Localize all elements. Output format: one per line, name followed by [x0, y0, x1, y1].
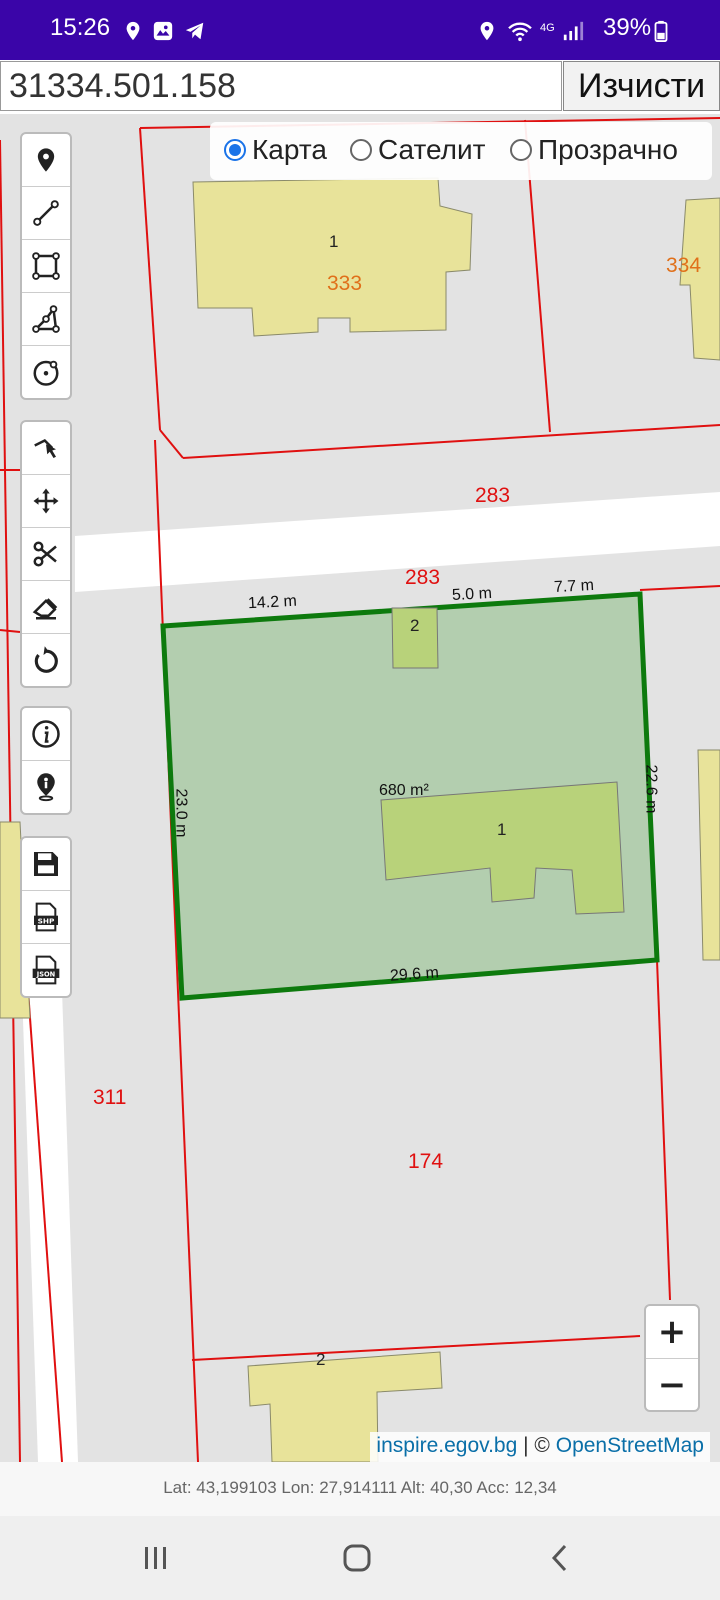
svg-text:SHP: SHP	[38, 916, 55, 925]
building-top-left	[192, 177, 473, 337]
building-right-edge	[697, 749, 720, 961]
attribution-link-inspire[interactable]: inspire.egov.bg	[376, 1434, 517, 1457]
building-label-main: 1	[497, 820, 507, 839]
building-top-right	[679, 197, 720, 361]
road-vertical	[22, 990, 78, 1462]
battery-percent: 39%	[603, 14, 652, 41]
save-button[interactable]	[22, 838, 70, 891]
parcel-label-334: 334	[666, 254, 702, 277]
building-label-small: 2	[410, 616, 420, 635]
toolbar-draw	[20, 132, 72, 400]
move-arrows-icon	[33, 488, 59, 514]
cut-button[interactable]	[22, 528, 70, 581]
polygon-icon	[32, 305, 60, 333]
zoom-control: + −	[644, 1304, 700, 1412]
map-canvas[interactable]	[0, 114, 720, 1462]
radio-satellite[interactable]	[350, 139, 372, 161]
radio-map[interactable]	[224, 139, 246, 161]
zoom-in-button[interactable]: +	[646, 1306, 698, 1359]
map-marker-icon	[37, 148, 55, 172]
building-label-top: 1	[329, 232, 339, 251]
scissors-icon	[33, 541, 57, 567]
json-file-icon: JSON	[32, 955, 60, 985]
gps-readout: Lat: 43,199103 Lon: 27,914111 Alt: 40,30…	[0, 1462, 720, 1516]
circle-icon	[33, 360, 59, 386]
draw-polygon-button[interactable]	[22, 293, 70, 346]
zoom-out-button[interactable]: −	[646, 1359, 698, 1411]
network-type: 4G	[540, 22, 555, 34]
svg-text:JSON: JSON	[36, 970, 56, 978]
map-attribution: inspire.egov.bg | © OpenStreetMap	[370, 1432, 710, 1466]
floppy-disk-icon	[34, 852, 58, 876]
layer-switch: Карта Сателит Прозрачно	[210, 122, 712, 180]
toolbar-export: SHP JSON	[20, 836, 72, 998]
info-button[interactable]	[22, 708, 70, 761]
my-location-button[interactable]	[22, 761, 70, 813]
person-location-icon	[37, 773, 55, 802]
parcel-label-311: 311	[93, 1086, 127, 1109]
toolbar-edit	[20, 420, 72, 688]
system-nav-bar	[0, 1516, 720, 1600]
measure-top-mid: 5.0 m	[451, 584, 493, 605]
attribution-link-osm[interactable]: OpenStreetMap	[556, 1434, 704, 1457]
attribution-separator: | ©	[517, 1434, 556, 1457]
radio-transparent[interactable]	[510, 139, 532, 161]
eraser-icon	[32, 598, 58, 620]
measure-top-left: 14.2 m	[247, 592, 298, 613]
location-icon-2	[480, 21, 494, 41]
layer-option-transparent-label: Прозрачно	[538, 134, 678, 165]
edit-vertices-button[interactable]	[22, 422, 70, 475]
clear-button[interactable]: Изчисти	[563, 61, 720, 111]
toolbar-info	[20, 706, 72, 815]
location-icon	[126, 21, 140, 41]
draw-rectangle-button[interactable]	[22, 240, 70, 293]
measure-left: 23.0 m	[172, 788, 190, 838]
shp-file-icon: SHP	[34, 902, 58, 932]
back-chevron-icon	[551, 1544, 567, 1572]
rectangle-icon	[32, 252, 60, 280]
clock: 15:26	[50, 14, 111, 41]
export-json-button[interactable]: JSON	[22, 944, 70, 996]
layer-option-map-label: Карта	[252, 134, 327, 165]
search-input[interactable]	[0, 61, 562, 111]
building-label-bottom: 2	[316, 1350, 326, 1369]
road-horizontal	[75, 492, 720, 592]
info-icon	[32, 720, 60, 748]
measure-top-right: 7.7 m	[553, 576, 595, 597]
recent-apps-button[interactable]	[126, 1538, 186, 1578]
gallery-icon	[153, 21, 173, 41]
parcel-label-283-b: 283	[405, 566, 441, 589]
layer-option-transparent[interactable]: Прозрачно	[510, 134, 678, 166]
home-icon	[343, 1544, 371, 1572]
undo-button[interactable]	[22, 634, 70, 686]
layer-option-satellite-label: Сателит	[378, 134, 486, 165]
parcel-label-333: 333	[327, 272, 363, 295]
telegram-icon	[185, 22, 204, 40]
parcel-label-283-a: 283	[475, 484, 511, 507]
recent-apps-icon	[145, 1547, 166, 1569]
home-button[interactable]	[327, 1538, 387, 1578]
erase-button[interactable]	[22, 581, 70, 634]
layer-option-map[interactable]: Карта	[224, 134, 327, 166]
rotate-icon	[34, 646, 58, 673]
map-view[interactable]: 333 334 283 283 311 174 1 2 1 2 14.2 m 5…	[0, 114, 720, 1462]
edit-vertices-icon	[34, 438, 56, 458]
status-bar: 15:26 4G 39%	[0, 0, 720, 60]
signal-icon	[563, 21, 584, 41]
measure-bottom: 29.6 m	[389, 964, 440, 985]
draw-circle-button[interactable]	[22, 346, 70, 398]
layer-option-satellite[interactable]: Сателит	[350, 134, 485, 166]
draw-point-button[interactable]	[22, 134, 70, 187]
move-button[interactable]	[22, 475, 70, 528]
polyline-icon	[33, 200, 59, 226]
draw-line-button[interactable]	[22, 187, 70, 240]
measure-right: 22.6 m	[642, 764, 660, 814]
back-button[interactable]	[530, 1538, 590, 1578]
parcel-label-174: 174	[408, 1150, 444, 1173]
wifi-icon	[508, 22, 532, 42]
export-shp-button[interactable]: SHP	[22, 891, 70, 944]
battery-icon	[654, 20, 668, 42]
measure-area: 680 m²	[379, 782, 429, 799]
